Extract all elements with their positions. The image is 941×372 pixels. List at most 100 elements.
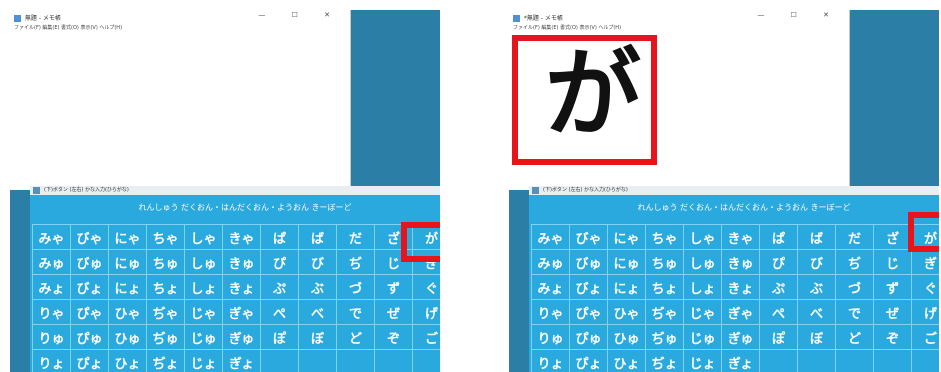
key[interactable]: ぎゃ	[222, 299, 261, 325]
notepad-window[interactable]: 無題 - メモ帳 — ☐ ✕ ファイル(F) 編集(E) 書式(O) 表示(V)…	[10, 10, 351, 190]
key[interactable]: りゅ	[531, 324, 570, 350]
key[interactable]: で	[835, 299, 874, 325]
key[interactable]: ひゅ	[108, 324, 147, 350]
key[interactable]: びょ	[569, 274, 608, 300]
key[interactable]: ひゃ	[607, 299, 646, 325]
key[interactable]: ぷ	[260, 274, 299, 300]
key[interactable]: べ	[298, 299, 337, 325]
key[interactable]: にゃ	[607, 224, 646, 250]
key[interactable]: ちゅ	[146, 249, 185, 275]
key[interactable]: ぎゅ	[721, 324, 760, 350]
key[interactable]: しゅ	[184, 249, 223, 275]
key[interactable]: ちゃ	[146, 224, 185, 250]
notepad-menu-bar[interactable]: ファイル(F) 編集(E) 書式(O) 表示(V) ヘルプ(H)	[14, 24, 122, 31]
key[interactable]: しょ	[683, 274, 722, 300]
key[interactable]: ぢゃ	[146, 299, 185, 325]
key[interactable]: ちゅ	[645, 249, 684, 275]
key[interactable]: ぼ	[797, 324, 836, 350]
key[interactable]: ど	[336, 324, 375, 350]
key[interactable]: しゃ	[184, 224, 223, 250]
key[interactable]: びゅ	[70, 249, 109, 275]
key[interactable]: ぢゅ	[645, 324, 684, 350]
key[interactable]: ば	[298, 224, 337, 250]
key[interactable]: みゃ	[32, 224, 71, 250]
key[interactable]: きゃ	[222, 224, 261, 250]
key[interactable]: ぢ	[835, 249, 874, 275]
window-controls[interactable]: — ☐ ✕	[757, 11, 841, 19]
key[interactable]: ひょ	[607, 349, 646, 372]
key[interactable]: ぐ	[412, 274, 440, 300]
key[interactable]: べ	[797, 299, 836, 325]
key[interactable]: りょ	[531, 349, 570, 372]
key[interactable]: ご	[911, 324, 939, 350]
key[interactable]: きゅ	[721, 249, 760, 275]
key[interactable]: ぜ	[873, 299, 912, 325]
key[interactable]: にゅ	[607, 249, 646, 275]
key[interactable]: みょ	[531, 274, 570, 300]
key[interactable]: みゃ	[531, 224, 570, 250]
key[interactable]: しゅ	[683, 249, 722, 275]
key[interactable]: づ	[336, 274, 375, 300]
key[interactable]: にゅ	[108, 249, 147, 275]
key[interactable]: づ	[835, 274, 874, 300]
key[interactable]: ず	[374, 274, 413, 300]
key[interactable]: ぴょ	[569, 349, 608, 372]
key[interactable]: じょ	[683, 349, 722, 372]
key[interactable]: ぽ	[260, 324, 299, 350]
key[interactable]: ぱ	[260, 224, 299, 250]
key[interactable]: ちょ	[645, 274, 684, 300]
key[interactable]: きゅ	[222, 249, 261, 275]
key[interactable]: にょ	[607, 274, 646, 300]
key[interactable]: びゃ	[70, 224, 109, 250]
key[interactable]: ば	[797, 224, 836, 250]
key[interactable]: ぎ	[911, 249, 939, 275]
key[interactable]: ぢょ	[146, 349, 185, 372]
key[interactable]: ぎゃ	[721, 299, 760, 325]
key[interactable]: ぷ	[759, 274, 798, 300]
key[interactable]: じ	[873, 249, 912, 275]
key[interactable]: ぶ	[797, 274, 836, 300]
key[interactable]: ぱ	[759, 224, 798, 250]
key[interactable]: ぺ	[759, 299, 798, 325]
key[interactable]: りゃ	[32, 299, 71, 325]
key[interactable]: ぶ	[298, 274, 337, 300]
key[interactable]: だ	[336, 224, 375, 250]
key[interactable]: ぴょ	[70, 349, 109, 372]
key[interactable]: だ	[835, 224, 874, 250]
key[interactable]: ぞ	[374, 324, 413, 350]
key[interactable]: ぢゃ	[645, 299, 684, 325]
key[interactable]: び	[298, 249, 337, 275]
key[interactable]: ひょ	[108, 349, 147, 372]
key[interactable]: びょ	[70, 274, 109, 300]
window-controls[interactable]: — ☐ ✕	[258, 11, 342, 19]
key[interactable]: ぢゅ	[146, 324, 185, 350]
key[interactable]: しゃ	[683, 224, 722, 250]
key[interactable]: じゅ	[683, 324, 722, 350]
key[interactable]: ざ	[873, 224, 912, 250]
key[interactable]: げ	[412, 299, 440, 325]
key[interactable]: で	[336, 299, 375, 325]
key[interactable]: ど	[835, 324, 874, 350]
key[interactable]: ぴゅ	[70, 324, 109, 350]
key[interactable]: ず	[873, 274, 912, 300]
key[interactable]: りょ	[32, 349, 71, 372]
key[interactable]: にゃ	[108, 224, 147, 250]
notepad-menu-bar[interactable]: ファイル(F) 編集(E) 書式(O) 表示(V) ヘルプ(H)	[513, 24, 621, 31]
key[interactable]: ぴ	[759, 249, 798, 275]
key[interactable]: びゅ	[569, 249, 608, 275]
key[interactable]: しょ	[184, 274, 223, 300]
key[interactable]: きょ	[721, 274, 760, 300]
key[interactable]: ぜ	[374, 299, 413, 325]
key[interactable]: ぽ	[759, 324, 798, 350]
key[interactable]: ちゃ	[645, 224, 684, 250]
key[interactable]: ぴ	[260, 249, 299, 275]
key[interactable]: ぴゃ	[70, 299, 109, 325]
key[interactable]: ぢょ	[645, 349, 684, 372]
key[interactable]: びゃ	[569, 224, 608, 250]
key[interactable]: げ	[911, 299, 939, 325]
key[interactable]: ぞ	[873, 324, 912, 350]
key[interactable]: び	[797, 249, 836, 275]
key[interactable]: ひゅ	[607, 324, 646, 350]
key[interactable]: にょ	[108, 274, 147, 300]
key[interactable]: ご	[412, 324, 440, 350]
